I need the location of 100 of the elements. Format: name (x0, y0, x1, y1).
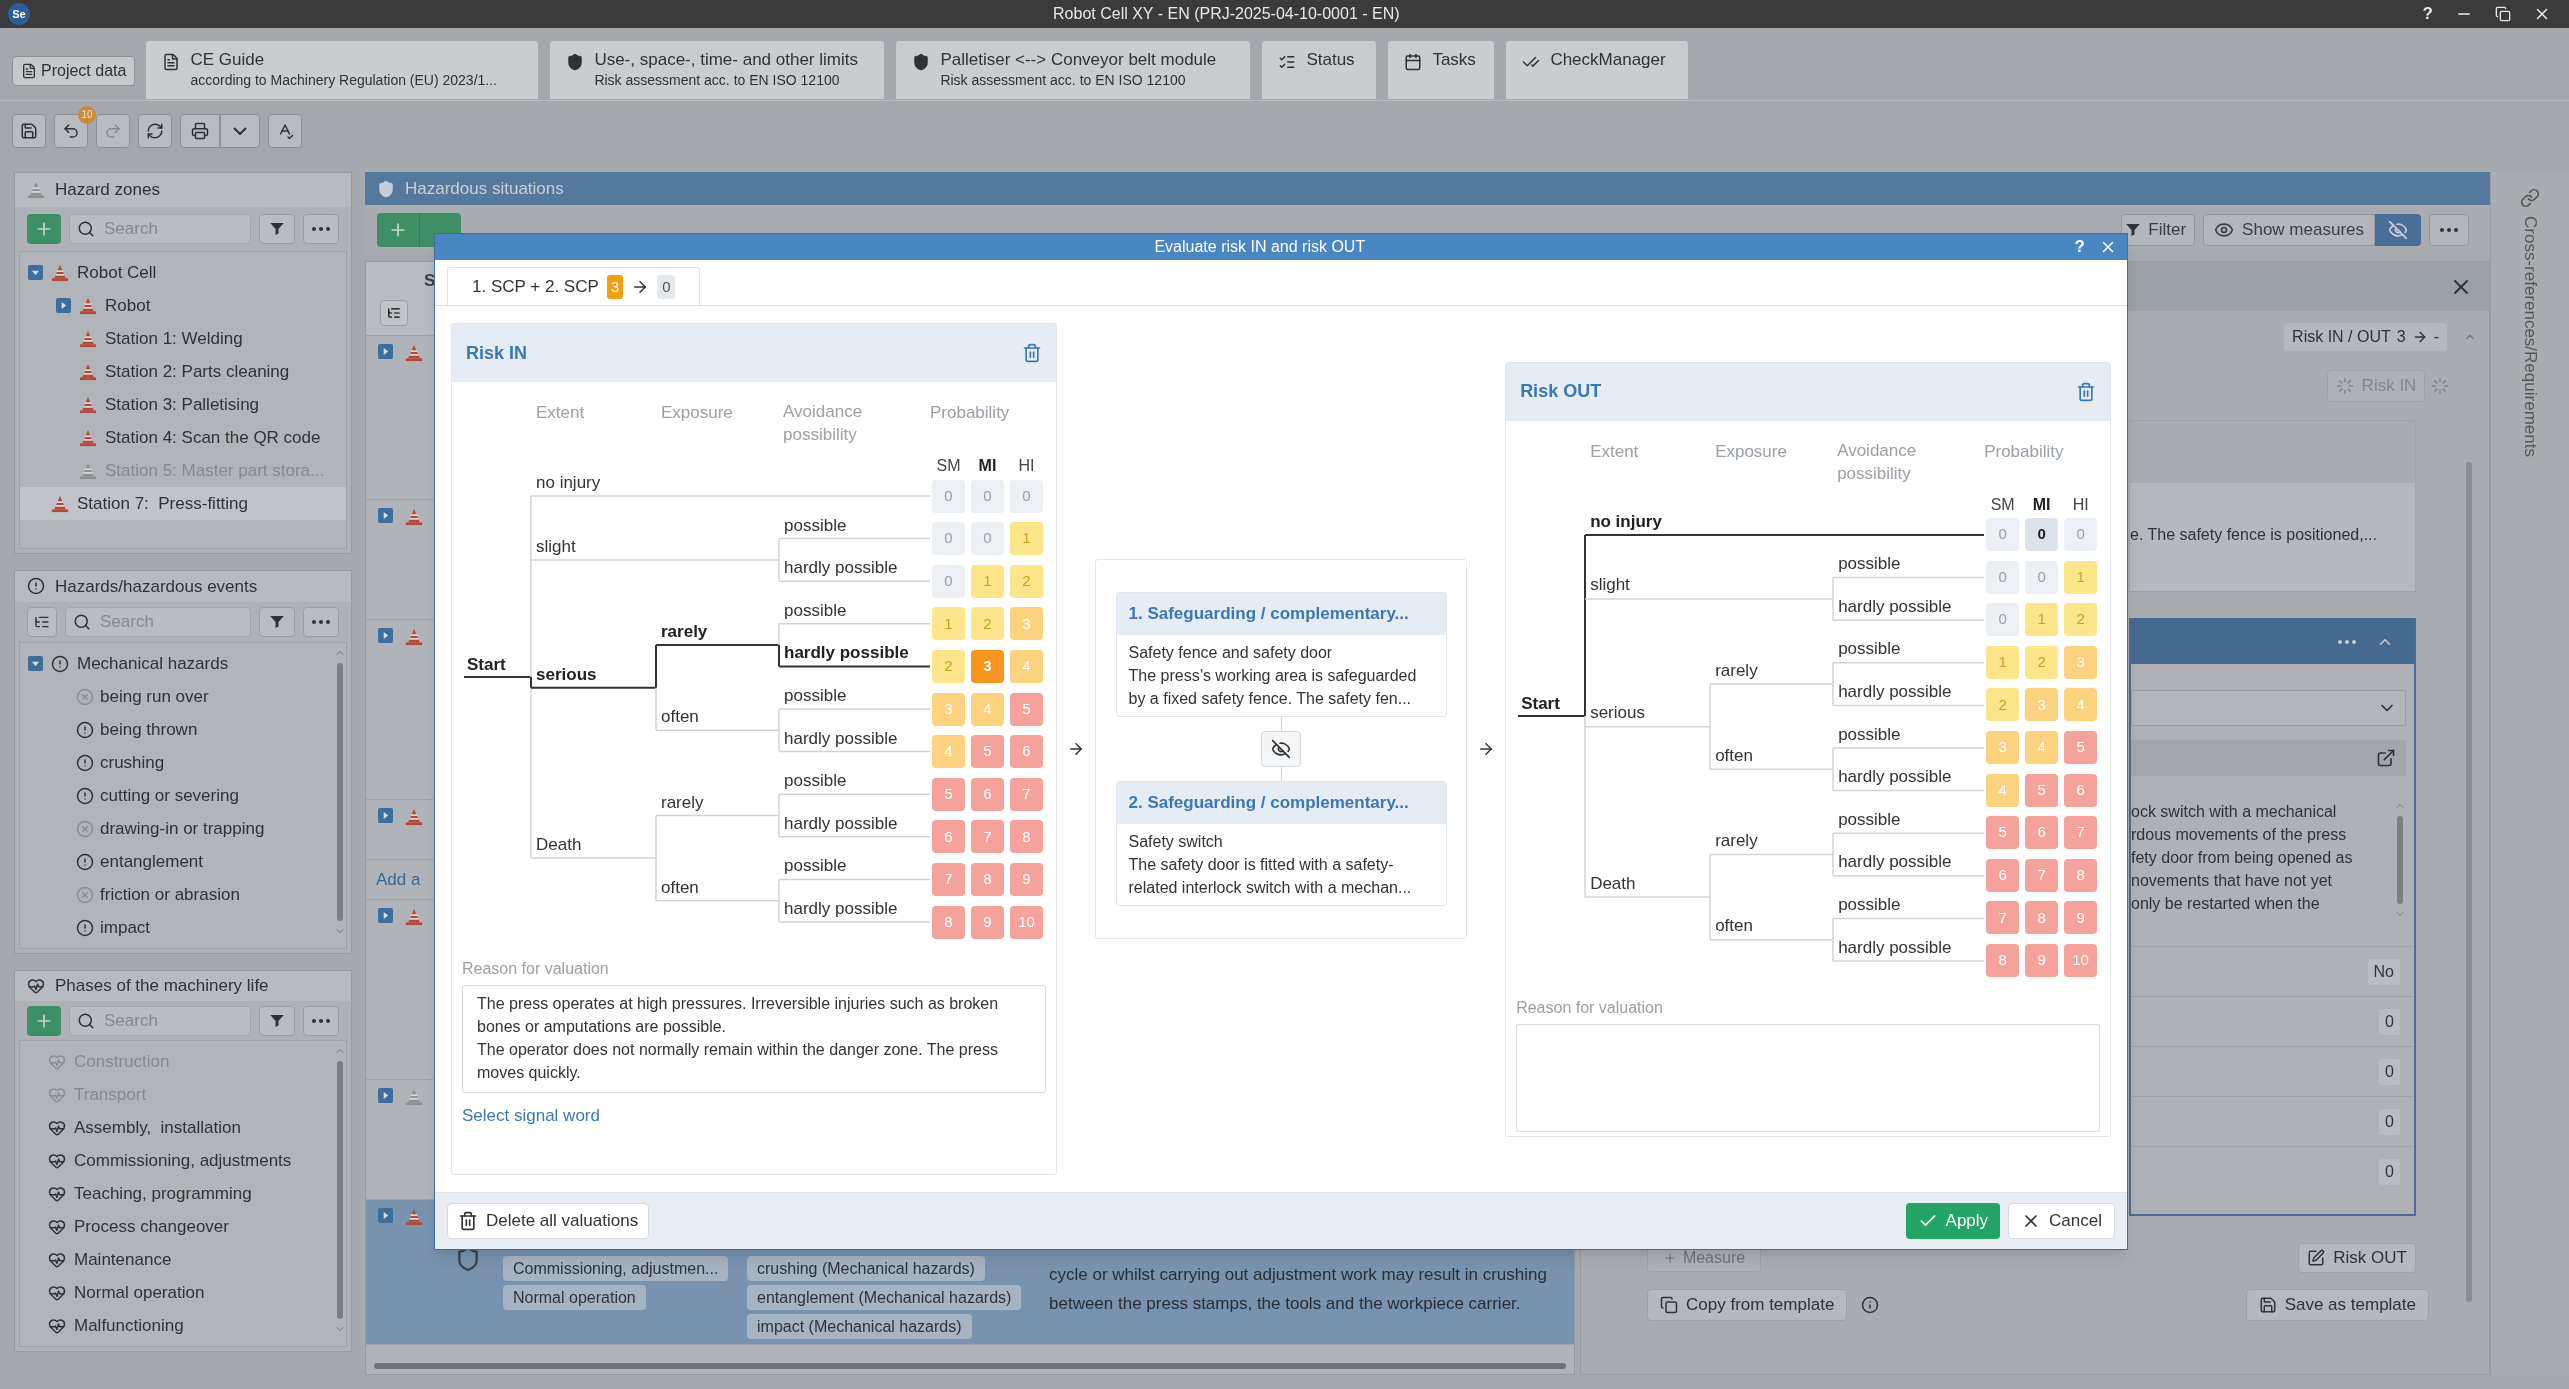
dropdown-field[interactable] (2131, 690, 2406, 726)
tab[interactable]: Tasks (1387, 40, 1496, 100)
column-settings-button[interactable] (380, 300, 408, 326)
cancel-button[interactable]: Cancel (2008, 1203, 2115, 1239)
tree-item[interactable]: Normal operation (20, 1276, 334, 1309)
risk-score[interactable]: 8 (971, 862, 1004, 896)
risk-score[interactable]: 3 (2025, 688, 2059, 722)
risk-score[interactable]: 5 (1986, 816, 2020, 850)
side-strip-label[interactable]: Cross-references/Requirements (2517, 216, 2543, 457)
risk-score[interactable]: 8 (2064, 858, 2098, 892)
tab[interactable]: CheckManager (1505, 40, 1690, 100)
risk-score[interactable]: 9 (1010, 862, 1043, 896)
tree-item[interactable]: Process changeover (20, 1210, 334, 1243)
more-button[interactable] (303, 1005, 339, 1036)
scrollbar[interactable] (2397, 816, 2403, 904)
more-button[interactable] (303, 214, 339, 244)
risk-score[interactable]: 0 (1986, 560, 2020, 594)
show-measures-button[interactable]: Show measures (2203, 214, 2375, 246)
risk-score[interactable]: 6 (971, 777, 1004, 811)
more-icon[interactable] (2338, 640, 2356, 644)
tree-item[interactable]: Malfunctioning (20, 1309, 334, 1342)
expand-toggle[interactable] (378, 508, 393, 523)
risk-score[interactable]: 9 (2025, 944, 2059, 977)
risk-score[interactable]: 3 (1010, 607, 1043, 641)
risk-score[interactable]: 7 (1010, 777, 1043, 811)
risk-score[interactable]: 0 (971, 522, 1004, 556)
risk-score[interactable]: 8 (932, 905, 965, 939)
risk-score[interactable]: 5 (971, 735, 1004, 769)
tab[interactable]: CE Guide according to Machinery Regulation (EU) 2023/1... (145, 40, 540, 100)
risk-score[interactable]: 0 (2064, 518, 2098, 551)
tree-item[interactable]: drawing-in or trapping (20, 812, 334, 845)
risk-score[interactable]: 0 (971, 479, 1004, 513)
risk-score[interactable]: 1 (2064, 560, 2098, 594)
help-button[interactable]: ? (2422, 1, 2433, 27)
risk-score[interactable]: 6 (1986, 858, 2020, 892)
tree-item[interactable]: being thrown (20, 713, 334, 746)
tree-item[interactable]: Station 4: Scan the QR code (20, 421, 346, 454)
tree-item[interactable]: impact (20, 911, 334, 944)
risk-score[interactable]: 3 (2064, 645, 2098, 679)
reason-field[interactable]: The press operates at high pressures. Irreversible injuries such as broken bones or amputations are possible. The operator does not normally remain within the danger zone. The press moves quickly. (462, 985, 1046, 1093)
risk-score[interactable]: 0 (2025, 560, 2059, 594)
risk-score[interactable]: 0 (932, 479, 965, 513)
filter-button[interactable]: Filter (2121, 214, 2196, 246)
copy-template-button[interactable]: Copy from template (1647, 1289, 1848, 1321)
risk-score[interactable]: 5 (1010, 692, 1043, 726)
add-button[interactable] (377, 213, 419, 247)
risk-score[interactable]: 2 (2025, 645, 2059, 679)
expand-toggle[interactable] (56, 298, 71, 313)
save-button[interactable] (12, 113, 46, 148)
external-link-icon[interactable] (2376, 748, 2396, 768)
expand-toggle[interactable] (28, 656, 43, 671)
apply-button[interactable]: Apply (1905, 1203, 2001, 1239)
info-icon[interactable] (1861, 1296, 1880, 1314)
tree-item[interactable]: cutting or severing (20, 779, 334, 812)
print-button[interactable] (180, 113, 220, 148)
unlink-button[interactable] (1261, 731, 1301, 767)
risk-score[interactable]: 10 (1010, 905, 1043, 939)
risk-score[interactable]: 7 (1986, 901, 2020, 935)
expand-toggle[interactable] (28, 265, 43, 280)
delete-all-button[interactable]: Delete all valuations (447, 1203, 650, 1239)
risk-score[interactable]: 4 (932, 735, 965, 769)
tab[interactable]: Use-, space-, time- and other limits Risk assessment acc. to EN ISO 12100 (549, 40, 886, 100)
add-link[interactable]: Add a (376, 866, 421, 893)
tab[interactable]: Status (1261, 40, 1378, 100)
risk-score[interactable]: 9 (2064, 901, 2098, 935)
restore-icon[interactable] (2495, 6, 2511, 22)
risk-score[interactable]: 3 (1986, 731, 2020, 764)
tree-item[interactable]: Station 3: Palletising (20, 388, 346, 421)
tree-item[interactable]: Station 1: Welding (20, 322, 346, 355)
filter-button[interactable] (259, 214, 295, 244)
tree-item[interactable]: Station 7: Press-fitting (20, 487, 346, 520)
signal-word-link[interactable]: Select signal word (462, 1103, 600, 1129)
risk-score[interactable]: 4 (1986, 773, 2020, 807)
risk-score[interactable]: 7 (2064, 816, 2098, 850)
save-template-button[interactable]: Save as template (2245, 1289, 2429, 1321)
tree-item[interactable]: being run over (20, 680, 334, 713)
risk-score[interactable]: 9 (971, 905, 1004, 939)
risk-score[interactable]: 10 (2064, 944, 2098, 977)
risk-score[interactable]: 1 (2025, 603, 2059, 637)
risk-score[interactable]: 6 (932, 820, 965, 854)
risk-score[interactable]: 0 (932, 522, 965, 556)
risk-score[interactable]: 5 (932, 777, 965, 811)
risk-score[interactable]: 5 (2025, 773, 2059, 807)
tree-item[interactable]: Teaching, programming (20, 1177, 334, 1210)
risk-score[interactable]: 2 (971, 607, 1004, 641)
tree-item[interactable]: Station 2: Parts cleaning (20, 355, 346, 388)
more-button[interactable] (2429, 214, 2469, 246)
risk-score[interactable]: 7 (2025, 858, 2059, 892)
risk-score[interactable]: 7 (932, 862, 965, 896)
risk-score[interactable]: 8 (1010, 820, 1043, 854)
expand-toggle[interactable] (378, 344, 393, 359)
print-menu-button[interactable] (220, 113, 260, 148)
risk-score[interactable]: 8 (1986, 944, 2020, 977)
risk-score[interactable]: 1 (1986, 645, 2020, 679)
risk-score[interactable]: 0 (932, 564, 965, 598)
risk-score[interactable]: 4 (1010, 649, 1043, 683)
risk-score[interactable]: 0 (1986, 518, 2020, 551)
risk-score[interactable]: 4 (2025, 731, 2059, 764)
risk-score[interactable]: 2 (932, 649, 965, 683)
reason-field[interactable] (1516, 1023, 2100, 1132)
